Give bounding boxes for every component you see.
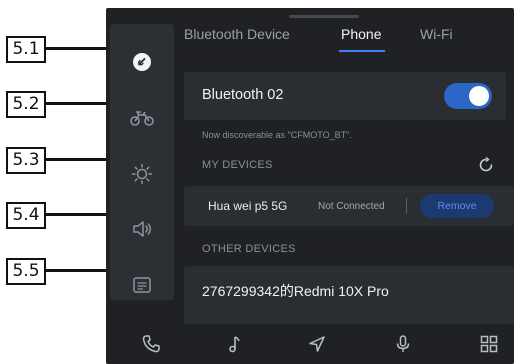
brightness-icon — [131, 163, 153, 185]
discoverable-text: Now discoverable as "CFMOTO_BT". — [202, 130, 352, 140]
my-devices-title: MY DEVICES — [202, 159, 273, 171]
device-status: Not Connected — [318, 201, 385, 212]
apps-grid-icon — [480, 335, 498, 353]
microphone-icon — [396, 335, 410, 352]
refresh-icon[interactable] — [477, 156, 495, 174]
device-screen: Bluetooth Device Phone Wi-Fi Bluetooth 0… — [106, 8, 514, 364]
callout-5-2: 5.2 — [6, 91, 46, 118]
bluetooth-name: Bluetooth 02 — [202, 87, 284, 103]
active-tab-indicator — [339, 50, 385, 52]
sidebar-item-sound[interactable] — [130, 217, 154, 241]
bluetooth-toggle[interactable] — [444, 83, 492, 109]
tab-bluetooth-device[interactable]: Bluetooth Device — [184, 26, 290, 42]
callout-5-4: 5.4 — [6, 202, 46, 229]
apps-button[interactable] — [478, 333, 500, 355]
other-device-row[interactable]: 2767299342的Redmi 10X Pro — [184, 266, 514, 326]
device-name: Hua wei p5 5G — [208, 199, 288, 213]
microphone-button[interactable] — [392, 333, 414, 355]
callout-5-1: 5.1 — [6, 36, 46, 63]
callout-5-5: 5.5 — [6, 258, 46, 285]
phone-icon — [142, 335, 160, 353]
music-icon — [229, 336, 240, 353]
bluetooth-toggle-row: Bluetooth 02 — [184, 72, 506, 120]
remove-device-button[interactable]: Remove — [420, 194, 494, 218]
bottom-nav-bar — [106, 324, 514, 364]
sidebar-item-vehicle[interactable] — [130, 106, 154, 130]
link-icon — [133, 53, 151, 71]
drag-handle[interactable] — [289, 15, 359, 18]
navigation-button[interactable] — [306, 333, 328, 355]
phone-button[interactable] — [140, 333, 162, 355]
music-button[interactable] — [224, 333, 246, 355]
motorcycle-icon — [130, 111, 154, 126]
my-device-row[interactable]: Hua wei p5 5G Not Connected Remove — [184, 186, 514, 226]
tab-phone[interactable]: Phone — [341, 26, 381, 42]
other-devices-title: OTHER DEVICES — [202, 243, 296, 255]
sidebar-item-brightness[interactable] — [130, 162, 154, 186]
sidebar-item-display[interactable] — [130, 273, 154, 297]
sidebar-item-connection[interactable] — [130, 50, 154, 74]
volume-icon — [133, 221, 151, 237]
tab-wifi[interactable]: Wi-Fi — [420, 26, 453, 42]
row-divider — [406, 198, 407, 214]
display-icon — [133, 277, 151, 293]
other-device-name: 2767299342的Redmi 10X Pro — [202, 283, 389, 299]
callout-5-3: 5.3 — [6, 147, 46, 174]
navigation-icon — [309, 336, 325, 352]
settings-sidebar — [110, 24, 174, 300]
toggle-knob — [469, 86, 489, 106]
